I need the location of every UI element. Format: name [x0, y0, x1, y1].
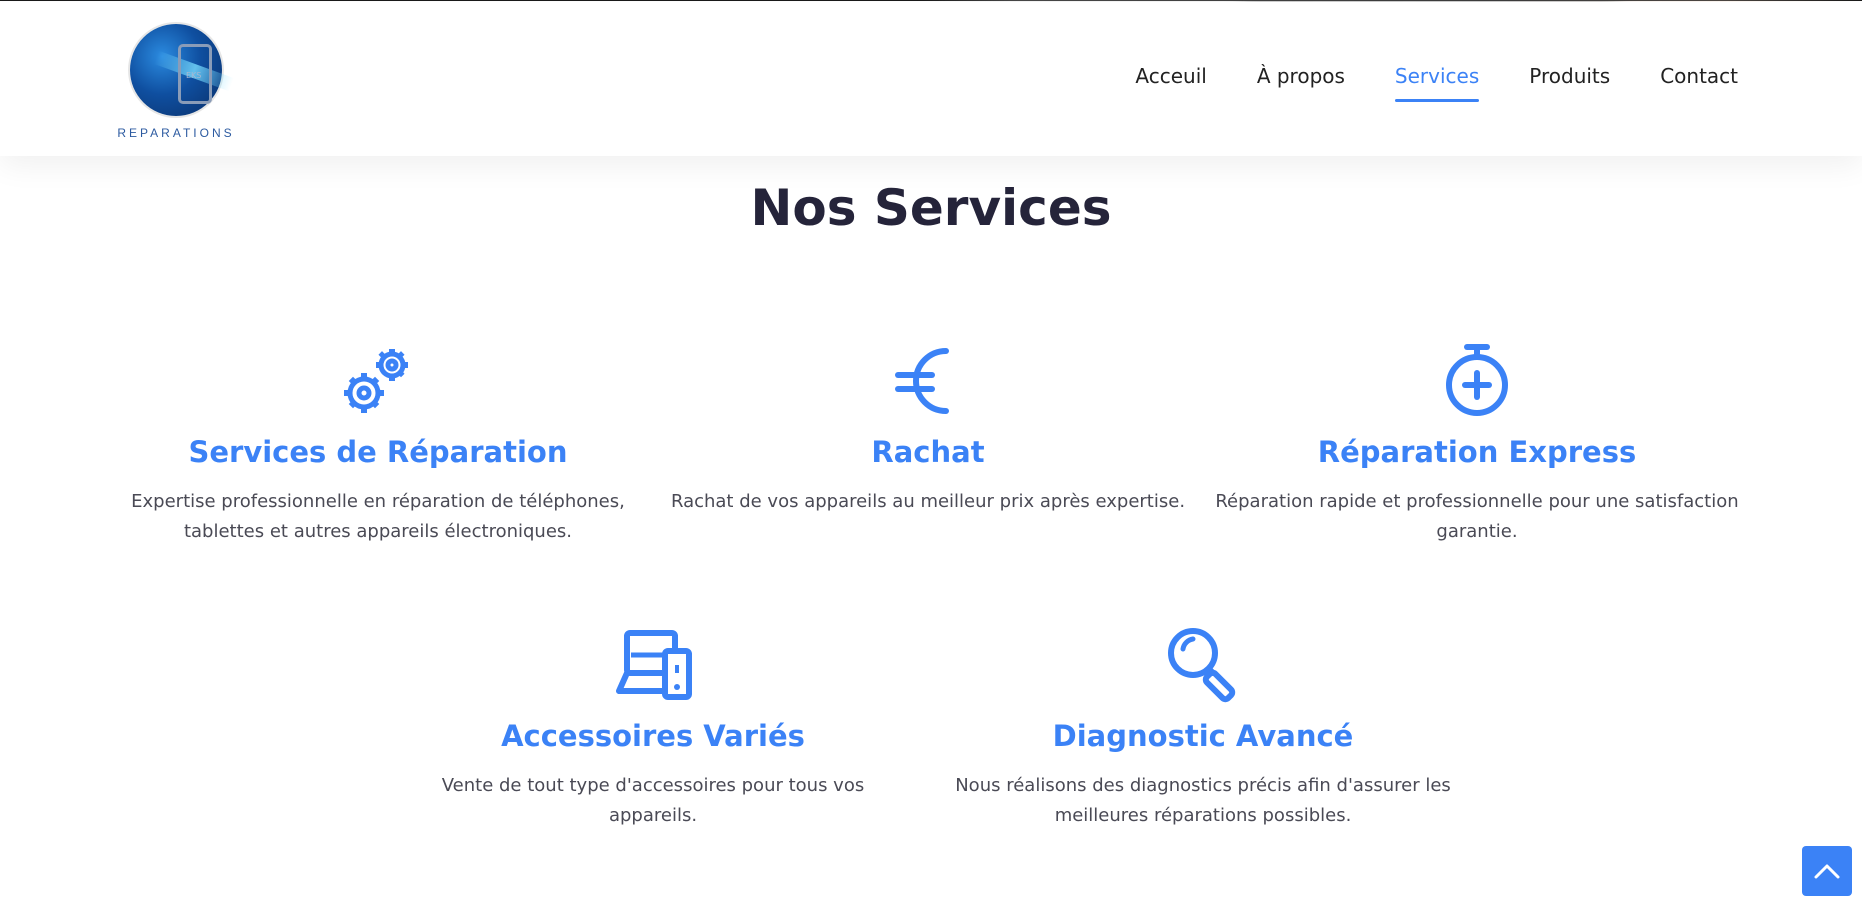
- service-card-express: Réparation Express Réparation rapide et …: [1214, 341, 1740, 547]
- service-title: Accessoires Variés: [501, 719, 805, 753]
- page: EKS REPARATIONS Acceuil À propos Service…: [0, 0, 1862, 920]
- nav-item-a-propos[interactable]: À propos: [1257, 64, 1345, 96]
- nav-item-services[interactable]: Services: [1394, 64, 1480, 102]
- nav-item-contact[interactable]: Contact: [1660, 64, 1738, 96]
- logo-badge: EKS: [130, 24, 234, 116]
- service-card-accessoires: Accessoires Variés Vente de tout type d'…: [396, 625, 910, 831]
- magnifier-icon: [1168, 628, 1236, 703]
- stopwatch-icon: [1446, 344, 1508, 416]
- service-title: Services de Réparation: [188, 435, 568, 469]
- service-title: Réparation Express: [1317, 435, 1637, 469]
- service-description: Nous réalisons des diagnostics précis af…: [955, 775, 1451, 826]
- service-description: Vente de tout type d'accessoires pour to…: [441, 775, 865, 826]
- site-header: EKS REPARATIONS Acceuil À propos Service…: [0, 2, 1862, 156]
- nav-item-acceuil[interactable]: Acceuil: [1135, 64, 1206, 96]
- gears-icon: [344, 349, 408, 413]
- scroll-to-top-button[interactable]: [1802, 846, 1852, 896]
- service-title: Diagnostic Avancé: [1052, 719, 1354, 753]
- service-description: Rachat de vos appareils au meilleur prix…: [670, 491, 1186, 512]
- chevron-up-icon: [1814, 864, 1840, 879]
- logo-text: REPARATIONS: [117, 126, 235, 140]
- service-card-diagnostic: Diagnostic Avancé Nous réalisons des dia…: [948, 625, 1458, 831]
- devices-icon: [616, 630, 692, 700]
- service-description: Expertise professionnelle en réparation …: [131, 491, 625, 542]
- site-logo[interactable]: EKS REPARATIONS: [112, 20, 240, 144]
- section-title: Nos Services: [750, 179, 1112, 237]
- phone-icon: EKS: [178, 44, 212, 104]
- logo-mark: EKS: [186, 71, 202, 80]
- nav-item-produits[interactable]: Produits: [1529, 64, 1610, 96]
- service-title: Rachat: [871, 435, 985, 469]
- service-description: Réparation rapide et professionnelle pou…: [1215, 491, 1739, 542]
- service-card-rachat: Rachat Rachat de vos appareils au meille…: [668, 341, 1188, 517]
- euro-icon: [895, 348, 949, 414]
- service-card-reparation: Services de Réparation Expertise profess…: [128, 341, 628, 547]
- main-nav: Acceuil À propos Services Produits Conta…: [1135, 64, 1738, 102]
